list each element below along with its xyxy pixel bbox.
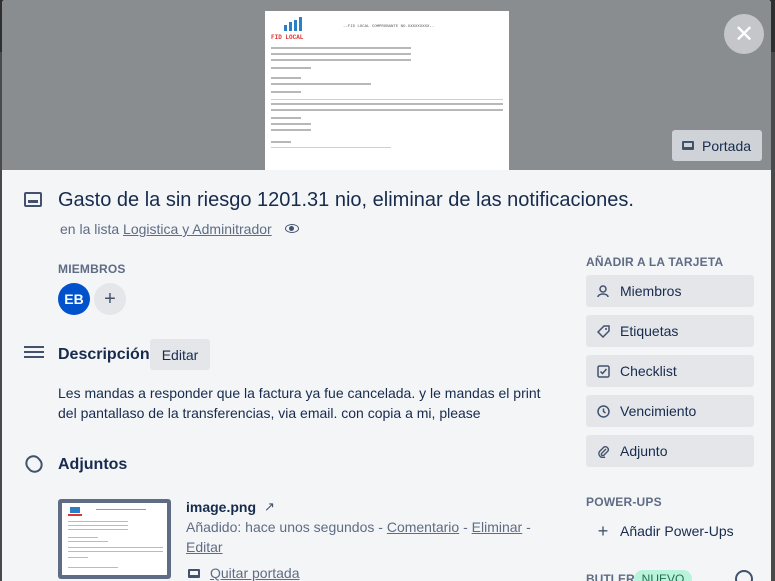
- doc-rule: [271, 99, 503, 100]
- card-icon: [24, 192, 42, 207]
- sidebar-button-checklist[interactable]: Checklist: [586, 355, 754, 387]
- doc-line: [271, 47, 411, 49]
- attachment-edit-link[interactable]: Editar: [186, 539, 223, 555]
- description-text[interactable]: Les mandas a responder que la factura ya…: [58, 383, 563, 423]
- person-icon: [596, 284, 610, 298]
- plus-icon: +: [597, 520, 609, 541]
- sidebar-button-labels[interactable]: Etiquetas: [586, 315, 754, 347]
- doc-rule: [271, 147, 391, 148]
- external-link-icon[interactable]: ↗: [264, 499, 275, 515]
- attachment-added: Añadido: hace unos segundos -: [186, 519, 383, 535]
- attachment-comment-link[interactable]: Comentario: [387, 519, 459, 535]
- edit-description-button[interactable]: Editar: [150, 339, 210, 370]
- attachments-title: Adjuntos: [58, 456, 128, 473]
- doc-line: [271, 117, 301, 119]
- doc-line: [271, 77, 301, 79]
- attachment-separator: -: [526, 519, 531, 535]
- sidebar-button-label: Etiquetas: [620, 323, 679, 339]
- sidebar-button-label: Adjunto: [620, 443, 668, 459]
- paperclip-icon: [22, 451, 46, 477]
- add-member-button[interactable]: +: [94, 283, 126, 315]
- sidebar-button-members[interactable]: Miembros: [586, 275, 754, 307]
- new-badge: NUEVO: [634, 570, 692, 581]
- attachment-thumbnail[interactable]: [58, 499, 171, 579]
- add-powerups-button[interactable]: + Añadir Power-Ups: [586, 515, 754, 547]
- tag-icon: [596, 324, 610, 338]
- doc-line: [271, 83, 371, 85]
- add-powerups-label: Añadir Power-Ups: [620, 523, 734, 539]
- cover-icon: [682, 141, 694, 150]
- description-icon: [24, 346, 44, 360]
- clock-icon: [596, 404, 610, 418]
- cover-image: --FID LOCAL COMPROBANTE NO.XXXXXXXXX-- F…: [265, 11, 509, 170]
- close-icon: ✕: [733, 20, 755, 48]
- sidebar-button-due-date[interactable]: Vencimiento: [586, 395, 754, 427]
- description-title: Descripción: [58, 346, 150, 363]
- close-button[interactable]: ✕: [724, 14, 764, 54]
- doc-line: [271, 91, 301, 93]
- doc-line: [271, 129, 311, 131]
- sidebar-button-label: Miembros: [620, 283, 682, 299]
- add-to-card-label: AÑADIR A LA TARJETA: [586, 255, 724, 269]
- attachment-meta: Añadido: hace unos segundos - Comentario…: [186, 517, 546, 557]
- cover-doc-title: --FID LOCAL COMPROBANTE NO.XXXXXXXXX--: [343, 25, 435, 29]
- sidebar-button-attachment[interactable]: Adjunto: [586, 435, 754, 467]
- sidebar-button-label: Checklist: [620, 363, 677, 379]
- cover-button-label: Portada: [702, 137, 752, 154]
- doc-line: [271, 123, 311, 125]
- in-list-prefix: en la lista: [60, 221, 120, 237]
- card-detail-modal: --FID LOCAL COMPROBANTE NO.XXXXXXXXX-- F…: [2, 0, 771, 581]
- doc-line: [271, 103, 503, 105]
- logo-bars-icon: [284, 17, 302, 31]
- card-list-info: en la lista Logistica y Adminitrador: [60, 221, 272, 237]
- doc-line: [271, 53, 411, 55]
- attachment-preview-drawing: [68, 507, 163, 568]
- remove-cover-row[interactable]: Quitar portada: [188, 565, 300, 581]
- card-title[interactable]: Gasto de la sin riesgo 1201.31 nio, elim…: [58, 189, 634, 212]
- paperclip-icon: [596, 445, 610, 458]
- avatar[interactable]: EB: [58, 283, 90, 315]
- attachment-delete-link[interactable]: Eliminar: [472, 519, 523, 535]
- eye-icon[interactable]: [285, 224, 299, 233]
- cover-logo-text: FID LOCAL: [271, 34, 304, 41]
- list-name-link[interactable]: Logistica y Adminitrador: [123, 221, 272, 237]
- cover-icon: [188, 568, 200, 578]
- butler-label: BUTLER: [586, 572, 635, 581]
- attachment-preview: [62, 503, 167, 575]
- checkbox-icon: [596, 364, 610, 378]
- attachment-name[interactable]: image.png: [186, 499, 256, 515]
- info-icon[interactable]: [735, 570, 753, 581]
- powerups-label: POWER-UPS: [586, 495, 662, 509]
- card-cover: --FID LOCAL COMPROBANTE NO.XXXXXXXXX-- F…: [2, 0, 771, 170]
- sidebar-button-label: Vencimiento: [620, 403, 697, 419]
- members-label: MIEMBROS: [58, 262, 126, 276]
- attachment-separator: -: [463, 519, 468, 535]
- doc-line: [271, 59, 411, 61]
- doc-line: [271, 109, 503, 111]
- doc-line: [271, 67, 311, 69]
- cover-button[interactable]: Portada: [672, 130, 762, 161]
- doc-line: [271, 141, 291, 143]
- remove-cover-link[interactable]: Quitar portada: [210, 565, 300, 581]
